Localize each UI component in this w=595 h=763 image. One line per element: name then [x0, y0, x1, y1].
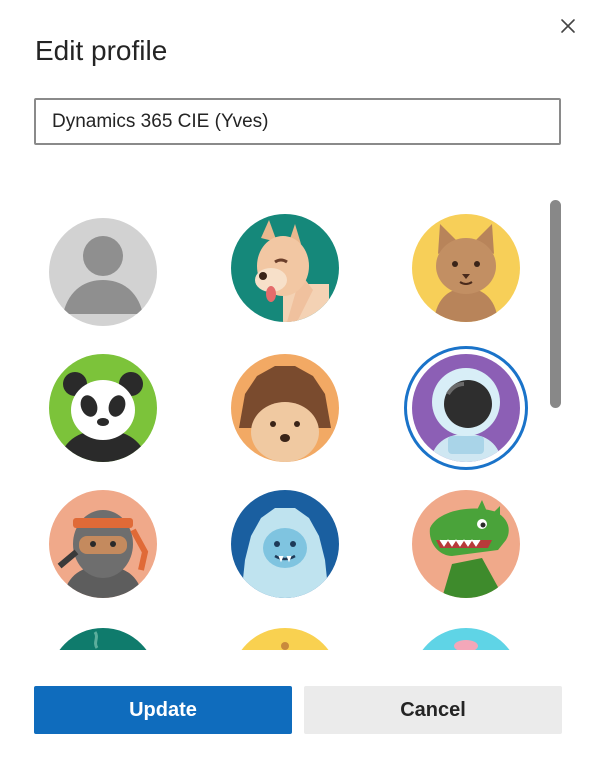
profile-name-input[interactable] [34, 98, 561, 145]
avatar-default-person[interactable] [49, 218, 157, 326]
close-icon[interactable] [556, 14, 580, 38]
avatar-fox[interactable] [231, 214, 339, 322]
avatar-astronaut[interactable] [404, 346, 528, 470]
dinosaur-icon [412, 490, 520, 598]
avatar-cyan-partial[interactable] [412, 628, 520, 650]
avatar-scrollbar[interactable] [549, 200, 563, 640]
avatar-ninja[interactable] [49, 490, 157, 598]
avatar-panda[interactable] [49, 354, 157, 462]
avatar-yeti[interactable] [231, 490, 339, 598]
avatar-hedgehog[interactable] [231, 354, 339, 462]
scrollbar-thumb[interactable] [550, 200, 561, 408]
panda-icon [49, 354, 157, 462]
update-button[interactable]: Update [34, 686, 292, 734]
person-icon [49, 218, 157, 326]
avatar-cat[interactable] [412, 214, 520, 322]
cancel-button[interactable]: Cancel [304, 686, 562, 734]
astronaut-icon [412, 354, 520, 462]
yeti-icon [231, 490, 339, 598]
avatar-grid [0, 168, 595, 650]
cat-icon [412, 214, 520, 322]
ninja-icon [49, 490, 157, 598]
avatar-dinosaur[interactable] [412, 490, 520, 598]
teal-avatar-icon [49, 628, 157, 650]
avatar-teal-partial[interactable] [49, 628, 157, 650]
avatar-yellow-partial[interactable] [231, 628, 339, 650]
cyan-avatar-icon [412, 628, 520, 650]
fox-icon [231, 214, 339, 322]
dialog-title: Edit profile [35, 35, 168, 66]
yellow-avatar-icon [231, 628, 339, 650]
hedgehog-icon [231, 354, 339, 462]
